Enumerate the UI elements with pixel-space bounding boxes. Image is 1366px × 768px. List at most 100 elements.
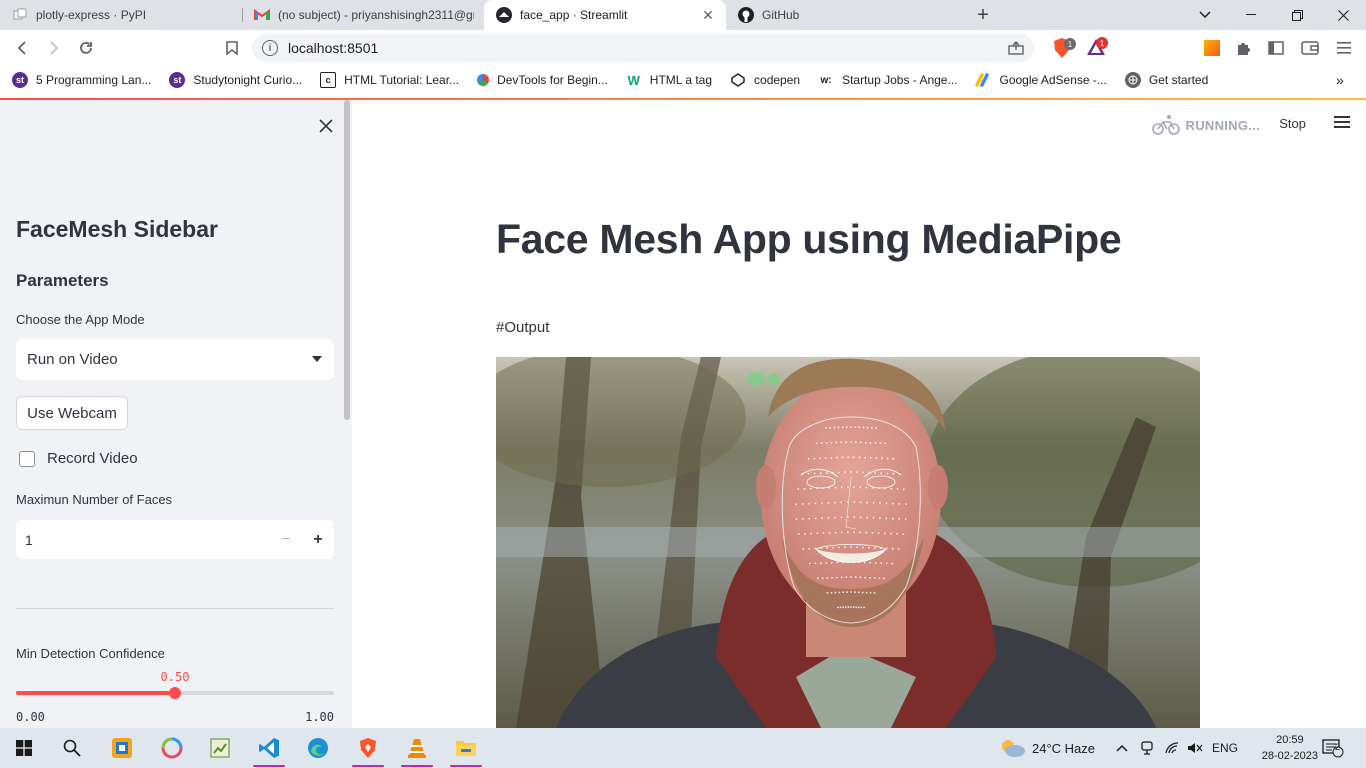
main-menu-icon[interactable] <box>1334 114 1350 130</box>
back-icon[interactable] <box>6 32 38 64</box>
face-mesh-video-image <box>496 357 1200 728</box>
sheets-app-icon[interactable] <box>196 728 244 768</box>
slider-fill <box>16 691 175 695</box>
adsense-icon <box>975 72 991 88</box>
tab-gmail[interactable]: (no subject) - priyanshisingh2311@gm <box>242 0 484 30</box>
wifi-icon[interactable] <box>1164 728 1180 768</box>
close-window-icon[interactable] <box>1320 0 1366 30</box>
max-faces-value: 1 <box>25 531 33 548</box>
browser-menu-icon[interactable] <box>1328 32 1360 64</box>
restore-icon[interactable] <box>1274 0 1320 30</box>
slider-max-label: 1.00 <box>305 710 334 724</box>
brave-browser-icon[interactable] <box>344 728 392 768</box>
close-tab-icon[interactable]: ✕ <box>700 7 716 23</box>
shields-count: 1 <box>1064 38 1076 50</box>
sidebar: FaceMesh Sidebar Parameters Choose the A… <box>0 100 352 728</box>
notification-count: 2 <box>1335 742 1341 752</box>
min-confidence-slider[interactable] <box>16 687 334 699</box>
active-indicator <box>401 765 433 767</box>
notifications-icon[interactable]: 2 <box>1322 728 1344 768</box>
reload-icon[interactable] <box>70 32 102 64</box>
windows-start-icon[interactable] <box>0 728 48 768</box>
tab-title: (no subject) - priyanshisingh2311@gm <box>278 8 474 22</box>
file-explorer-icon[interactable] <box>442 728 490 768</box>
tab-github[interactable]: GitHub <box>726 0 968 30</box>
clock-date: 28-02-2023 <box>1261 750 1318 762</box>
bookmark-item[interactable]: DevTools for Begin... <box>477 73 608 87</box>
bookmark-item[interactable]: w: Startup Jobs - Ange... <box>818 72 958 88</box>
running-status: RUNNING... <box>1151 114 1261 136</box>
bookmark-item[interactable]: Google AdSense -... <box>975 72 1107 88</box>
record-video-checkbox-row[interactable]: Record Video <box>16 450 138 467</box>
search-icon[interactable] <box>48 728 96 768</box>
task-view-icon[interactable] <box>98 728 146 768</box>
app-mode-select[interactable]: Run on Video <box>16 339 334 380</box>
main-content: RUNNING... Stop Face Mesh App using Medi… <box>352 100 1366 728</box>
status-text: RUNNING... <box>1185 117 1260 133</box>
tab-search-icon[interactable] <box>1182 0 1228 30</box>
page-icon: c <box>320 72 337 88</box>
brave-rewards-icon[interactable]: 1 <box>1086 37 1110 59</box>
edge-icon[interactable] <box>294 728 342 768</box>
weather-text: 24°C Haze <box>1032 740 1096 756</box>
system-clock[interactable]: 20:59 28-02-2023 <box>1262 732 1318 764</box>
active-indicator <box>352 765 384 767</box>
tab-title: GitHub <box>762 8 800 22</box>
bookmark-item[interactable]: codepen <box>730 72 800 88</box>
studytonight-icon: st <box>12 72 28 88</box>
brave-shields-icon[interactable]: 1 <box>1052 37 1076 59</box>
sidebar-toggle-icon[interactable] <box>1260 32 1292 64</box>
decrement-button[interactable]: − <box>274 528 298 552</box>
clock-time: 20:59 <box>1276 734 1304 746</box>
chevron-down-icon <box>312 356 322 362</box>
bookmark-item[interactable]: W HTML a tag <box>626 72 712 88</box>
forward-icon[interactable] <box>38 32 70 64</box>
wallet-icon[interactable] <box>1294 32 1326 64</box>
wellfound-icon: w: <box>820 74 832 86</box>
tab-title: plotly-express · PyPI <box>36 8 147 22</box>
show-hidden-icons[interactable] <box>1116 728 1128 768</box>
site-info-icon[interactable]: i <box>262 40 278 56</box>
globe-icon <box>1124 72 1141 88</box>
meet-now-icon[interactable] <box>1140 728 1154 768</box>
address-bar[interactable]: i localhost:8501 <box>252 34 1034 62</box>
bookmark-item[interactable]: Get started <box>1124 72 1208 88</box>
min-confidence-value: 0.50 <box>160 670 190 684</box>
app-mode-value: Run on Video <box>27 351 118 368</box>
max-faces-label: Maximun Number of Faces <box>16 492 173 507</box>
use-webcam-button[interactable]: Use Webcam <box>16 396 128 430</box>
more-bookmarks-icon[interactable]: » <box>1336 72 1344 88</box>
minimize-icon[interactable] <box>1228 0 1274 30</box>
record-video-checkbox[interactable] <box>19 450 35 467</box>
rewards-count: 1 <box>1096 37 1108 49</box>
bookmark-item[interactable]: st Studytonight Curio... <box>169 72 302 88</box>
github-icon <box>738 7 754 23</box>
new-tab-button[interactable]: + <box>968 0 998 30</box>
app-mode-label: Choose the App Mode <box>16 312 145 327</box>
extensions-puzzle-icon[interactable] <box>1228 32 1260 64</box>
extension-icon[interactable] <box>1204 40 1220 56</box>
sidebar-scrollbar[interactable] <box>344 100 350 420</box>
photos-app-icon[interactable] <box>148 728 196 768</box>
slider-thumb[interactable] <box>169 687 181 699</box>
increment-button[interactable]: + <box>306 528 330 552</box>
tab-pypi[interactable]: plotly-express · PyPI <box>0 0 242 30</box>
sidebar-divider <box>16 608 334 609</box>
volume-muted-icon[interactable] <box>1187 728 1203 768</box>
share-icon[interactable] <box>1000 32 1032 64</box>
bookmark-item[interactable]: c HTML Tutorial: Lear... <box>320 72 459 88</box>
parameters-heading: Parameters <box>16 271 109 290</box>
tab-streamlit[interactable]: face_app · Streamlit ✕ <box>484 0 726 30</box>
weather-widget[interactable]: 24°C Haze <box>998 728 1095 768</box>
gmail-icon <box>254 7 270 23</box>
close-sidebar-icon[interactable] <box>314 114 338 138</box>
bookmark-item[interactable]: st 5 Programming Lan... <box>12 72 151 88</box>
vscode-icon[interactable] <box>245 728 293 768</box>
max-faces-input[interactable]: 1 − + <box>16 520 334 559</box>
vlc-icon[interactable] <box>393 728 441 768</box>
stop-button[interactable]: Stop <box>1279 116 1306 131</box>
codepen-icon <box>730 72 746 88</box>
bookmark-icon[interactable] <box>216 32 248 64</box>
input-language[interactable]: ENG <box>1212 728 1238 768</box>
min-confidence-label: Min Detection Confidence <box>16 646 165 661</box>
